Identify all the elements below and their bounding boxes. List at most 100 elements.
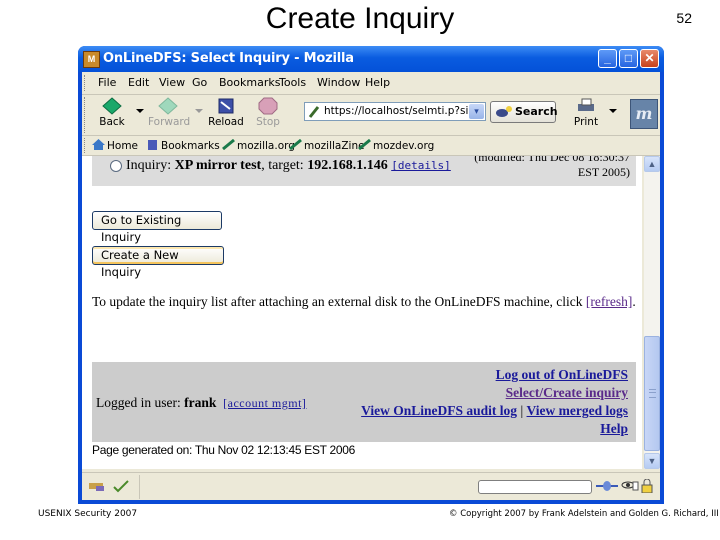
reload-button[interactable]: Reload [206, 97, 246, 133]
navigation-toolbar: Back Forward Reload Stop https://localho… [82, 95, 660, 136]
logged-in-label: Logged in user: [96, 395, 185, 410]
merged-logs-link[interactable]: View merged logs [527, 403, 628, 418]
bookmark-bookmarks[interactable]: Bookmarks [146, 139, 220, 152]
menu-view[interactable]: View [159, 76, 185, 89]
progress-meter [478, 480, 592, 494]
toolbar-grip[interactable] [84, 138, 88, 153]
scroll-up-button[interactable]: ▲ [644, 156, 660, 172]
forward-dropdown-icon[interactable] [195, 109, 203, 113]
status-separator [139, 475, 140, 499]
navigator-icon[interactable] [88, 479, 106, 493]
forward-label: Forward [148, 116, 191, 128]
stop-button[interactable]: Stop [248, 97, 288, 133]
modified-line-1: (modified: Thu Dec 08 18:30:37 [474, 156, 630, 164]
target-label: , target: [261, 158, 308, 173]
search-icon [496, 106, 512, 117]
logged-in-user: Logged in user: frank [account mgmt] [96, 395, 306, 411]
toolbar-grip[interactable] [84, 75, 88, 91]
audit-log-link[interactable]: View OnLineDFS audit log [361, 403, 517, 418]
menu-tools[interactable]: Tools [279, 76, 306, 89]
bookmarks-icon [148, 140, 157, 150]
back-button[interactable]: Back [92, 97, 132, 133]
back-label: Back [99, 116, 125, 128]
forward-button[interactable]: Forward [148, 97, 191, 133]
url-text[interactable]: https://localhost/selmti.p?sid=77a [324, 105, 468, 117]
slide-title: Create Inquiry [265, 2, 455, 35]
refresh-end: . [632, 294, 636, 309]
search-button[interactable]: Search [490, 101, 558, 123]
slide-number: 52 [676, 10, 692, 26]
go-to-existing-inquiry-button[interactable]: Go to Existing Inquiry [92, 211, 222, 244]
home-icon [92, 139, 105, 150]
back-dropdown-icon[interactable] [136, 109, 144, 113]
browser-client: File Edit View Go Bookmarks Tools Window… [82, 72, 660, 500]
bookmark-pen-icon [222, 139, 235, 150]
maximize-button[interactable]: □ [619, 49, 638, 68]
print-button[interactable]: Print [566, 97, 606, 133]
username: frank [184, 395, 217, 410]
browser-window: M OnLineDFS: Select Inquiry - Mozilla _ … [78, 46, 664, 504]
page-generated-time: Page generated on: Thu Nov 02 12:13:45 E… [92, 443, 356, 457]
bookmark-pen-icon [358, 139, 371, 150]
title-bar[interactable]: M OnLineDFS: Select Inquiry - Mozilla _ … [78, 46, 664, 72]
composer-icon[interactable] [112, 479, 130, 493]
forward-arrow-icon [158, 97, 178, 115]
bookmarks-toolbar: Home Bookmarks mozilla.org mozillaZine m… [82, 136, 660, 156]
page-content: Inquiry: XP mirror test, target: 192.168… [82, 156, 642, 469]
online-connection-icon[interactable] [596, 479, 618, 493]
mozilla-throbber-logo[interactable]: m [630, 99, 658, 129]
help-link[interactable]: Help [600, 421, 628, 436]
menu-bar: File Edit View Go Bookmarks Tools Window… [82, 72, 660, 95]
inquiry-radio[interactable] [110, 160, 122, 172]
toolbar-grip[interactable] [84, 97, 88, 133]
select-create-inquiry-link[interactable]: Select/Create inquiry [506, 385, 628, 400]
menu-bookmarks[interactable]: Bookmarks [219, 76, 280, 89]
reload-icon [218, 98, 234, 114]
bookmark-mozilla-org[interactable]: mozilla.org [222, 139, 295, 152]
bookmark-label: mozilla.org [237, 140, 295, 152]
stop-icon [258, 97, 278, 115]
slide-footer-copyright: © Copyright 2007 by Frank Adelstein and … [449, 509, 719, 519]
scroll-down-button[interactable]: ▼ [644, 453, 660, 469]
close-button[interactable]: ✕ [640, 49, 659, 68]
create-new-inquiry-button[interactable]: Create a New Inquiry [92, 246, 224, 279]
privacy-eye-icon[interactable] [621, 479, 639, 493]
print-label: Print [573, 116, 599, 128]
bookmark-mozdev-org[interactable]: mozdev.org [358, 139, 434, 152]
menu-file[interactable]: File [98, 76, 116, 89]
menu-edit[interactable]: Edit [128, 76, 149, 89]
search-label: Search [515, 105, 558, 118]
menu-window[interactable]: Window [317, 76, 360, 89]
status-bar [82, 472, 660, 501]
inquiry-target: 192.168.1.146 [307, 158, 388, 173]
bookmark-home[interactable]: Home [92, 139, 138, 152]
refresh-link[interactable]: [refresh] [586, 294, 632, 309]
security-lock-icon[interactable] [639, 479, 657, 493]
logout-link[interactable]: Log out of OnLineDFS [496, 367, 628, 382]
mozilla-app-icon: M [83, 51, 100, 68]
bookmark-pen-icon [289, 139, 302, 150]
scroll-thumb[interactable] [644, 336, 660, 451]
url-dropdown-icon[interactable]: ▾ [469, 104, 484, 119]
print-dropdown-icon[interactable] [609, 109, 617, 113]
inquiry-prefix: Inquiry: [126, 158, 175, 173]
site-icon [308, 106, 320, 118]
printer-icon [578, 98, 594, 111]
link-separator: | [517, 403, 527, 418]
vertical-scrollbar[interactable]: ▲ ▼ [644, 156, 660, 469]
menu-help[interactable]: Help [365, 76, 390, 89]
bookmark-label: Home [107, 140, 139, 152]
account-mgmt-link[interactable]: [account mgmt] [223, 396, 306, 410]
refresh-instructions: To update the inquiry list after attachi… [92, 294, 636, 310]
details-link[interactable]: [details] [391, 159, 451, 172]
stop-label: Stop [256, 116, 280, 128]
url-bar[interactable]: https://localhost/selmti.p?sid=77a ▾ [304, 102, 486, 121]
bookmark-mozillazine[interactable]: mozillaZine [289, 139, 365, 152]
bookmark-label: mozillaZine [304, 140, 365, 152]
inquiry-row: Inquiry: XP mirror test, target: 192.168… [92, 156, 636, 186]
menu-go[interactable]: Go [192, 76, 207, 89]
slide-footer-left: USENIX Security 2007 [38, 509, 138, 519]
minimize-button[interactable]: _ [598, 49, 617, 68]
bookmark-label: mozdev.org [373, 140, 435, 152]
refresh-text: To update the inquiry list after attachi… [92, 294, 586, 309]
